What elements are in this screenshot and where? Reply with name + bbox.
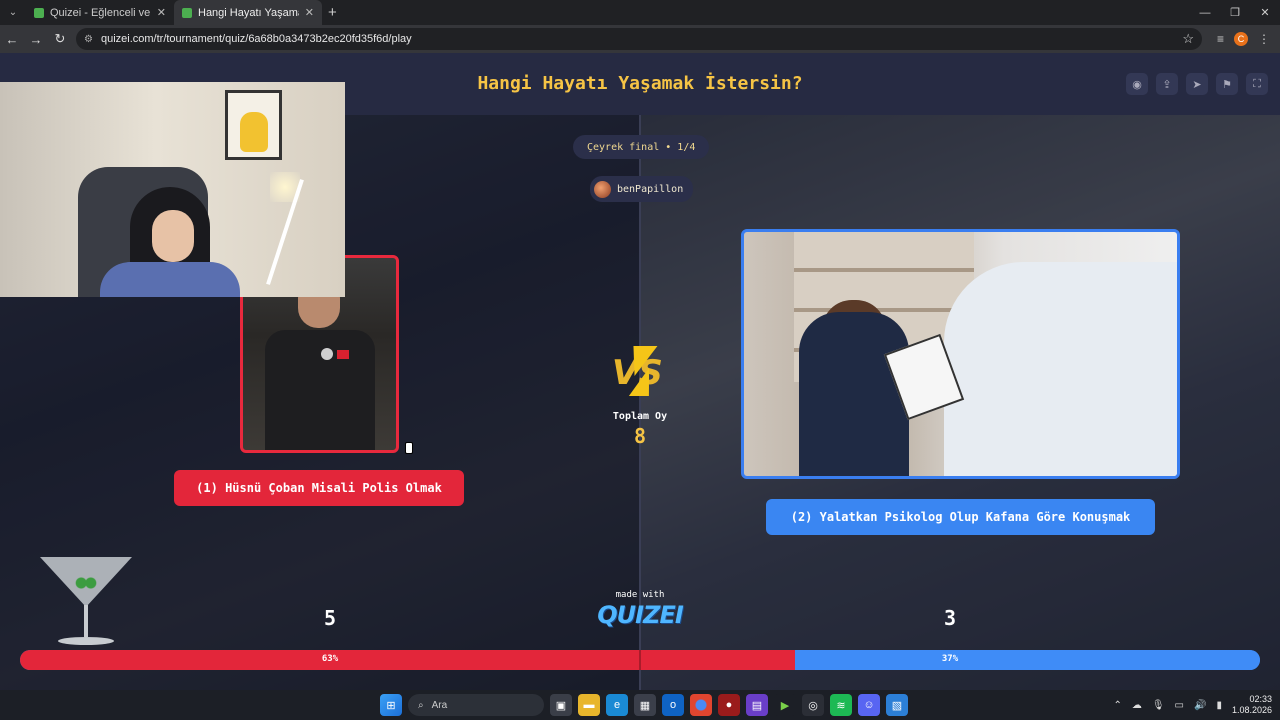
option-2-share-fill [795, 650, 1260, 670]
quizei-favicon-icon [182, 7, 192, 18]
option-1-vote-count: 5 [323, 606, 337, 630]
browser-tab-strip: ⌄ Quizei - Eğlenceli ve etkileşimli ✕ Ha… [0, 0, 1280, 25]
system-tray: ⌃ ☁ 🎙 ▭ 🔊 ▮ 02:33 1.08.2026 [1113, 690, 1272, 720]
flag-icon[interactable]: ⚑ [1216, 73, 1238, 95]
duck-icon [240, 112, 268, 152]
clock-date: 1.08.2026 [1231, 705, 1272, 715]
tab-quizei-home[interactable]: Quizei - Eğlenceli ve etkileşimli ✕ [26, 0, 174, 25]
clipchamp-icon[interactable]: ▤ [746, 694, 768, 716]
turkish-flag-icon [337, 350, 349, 359]
onedrive-icon[interactable]: ☁ [1132, 700, 1142, 711]
tab-title: Quizei - Eğlenceli ve etkileşimli [50, 6, 151, 19]
clock-time: 02:33 [1249, 694, 1272, 704]
option-2-image[interactable] [741, 229, 1180, 479]
search-icon: ⌕ [418, 699, 424, 711]
taskbar-apps: ⊞ ⌕ Ara ▣ ▬ e ▦ o ● ▤ ▶ ◎ ≋ ☺ ▧ [380, 690, 908, 720]
option-1-share-fill [20, 650, 795, 670]
avatar [594, 180, 611, 198]
minimize-icon[interactable]: — [1190, 0, 1220, 25]
taskbar: ⊞ ⌕ Ara ▣ ▬ e ▦ o ● ▤ ▶ ◎ ≋ ☺ ▧ ⌃ ☁ 🎙 ▭ … [0, 690, 1280, 720]
discord-icon[interactable]: ☺ [858, 694, 880, 716]
volume-icon[interactable]: 🔊 [1194, 700, 1206, 711]
header-toolbar: ◉ ⇪ ➤ ⚑ ⛶ [1126, 73, 1268, 95]
option-1-button[interactable]: (1) Hüsnü Çoban Misali Polis Olmak [174, 470, 464, 506]
new-tab-icon[interactable]: + [328, 4, 337, 21]
reading-list-icon[interactable]: ≡ [1217, 32, 1224, 46]
window-controls: — ❐ ✕ [1190, 0, 1280, 25]
total-votes-value: 8 [633, 424, 647, 448]
spotify-icon[interactable]: ≋ [830, 694, 852, 716]
address-bar[interactable]: ⚙ quizei.com/tr/tournament/quiz/6a68b0a3… [76, 28, 1202, 50]
file-explorer-icon[interactable]: ▬ [578, 694, 600, 716]
quiz-page: Hangi Hayatı Yaşamak İstersin? ◉ ⇪ ➤ ⚑ ⛶… [0, 53, 1280, 690]
edge-icon[interactable]: e [606, 694, 628, 716]
total-votes-label: Toplam Oy [612, 411, 668, 422]
photos-icon[interactable]: ▧ [886, 694, 908, 716]
mouse-cursor [405, 442, 413, 454]
url-text: quizei.com/tr/tournament/quiz/6a68b0a347… [100, 33, 412, 45]
option-2-vote-count: 3 [943, 606, 957, 630]
browser-menu-icon[interactable]: ⋮ [1258, 32, 1270, 46]
tab-search-icon[interactable]: ⌄ [0, 0, 26, 25]
site-info-icon[interactable]: ⚙ [84, 34, 93, 45]
start-icon[interactable]: ⊞ [380, 694, 402, 716]
bar-center-marker [639, 650, 641, 670]
close-tab-icon[interactable]: ✕ [157, 6, 166, 19]
close-window-icon[interactable]: ✕ [1250, 0, 1280, 25]
webcam-overlay [0, 82, 345, 297]
bookmark-star-icon[interactable]: ☆ [1182, 31, 1194, 47]
tab-quiz-play[interactable]: Hangi Hayatı Yaşamak İstersin? ✕ [174, 0, 322, 25]
round-badge: Çeyrek final • 1/4 [573, 135, 710, 159]
fullscreen-icon[interactable]: ⛶ [1246, 73, 1268, 95]
quizei-logo[interactable]: QUIZEI [596, 601, 684, 629]
share-icon[interactable]: ⇪ [1156, 73, 1178, 95]
eye-icon[interactable]: ◉ [1126, 73, 1148, 95]
send-icon[interactable]: ➤ [1186, 73, 1208, 95]
search-placeholder: Ara [431, 699, 448, 711]
police-badge-icon [321, 348, 333, 360]
network-icon[interactable]: ▭ [1175, 700, 1184, 711]
close-tab-icon[interactable]: ✕ [305, 6, 314, 19]
mic-icon[interactable]: 🎙 [1152, 700, 1165, 711]
reload-icon[interactable]: ↻ [48, 31, 72, 47]
obs-icon[interactable]: ◎ [802, 694, 824, 716]
chrome-icon[interactable] [690, 694, 712, 716]
option-1-percent: 63% [321, 654, 339, 664]
martini-glass-icon [40, 555, 132, 647]
option-2-button[interactable]: (2) Yalatkan Psikolog Olup Kafana Göre K… [766, 499, 1155, 535]
tray-chevron-icon[interactable]: ⌃ [1113, 700, 1121, 711]
profile-avatar[interactable]: C [1234, 32, 1248, 46]
tab-title: Hangi Hayatı Yaşamak İstersin? [198, 6, 299, 19]
option-2-percent: 37% [941, 654, 959, 664]
username: benPapillon [617, 183, 684, 195]
taskbar-clock[interactable]: 02:33 1.08.2026 [1232, 694, 1272, 716]
quizei-favicon-icon [34, 7, 44, 18]
store-icon[interactable]: ▦ [634, 694, 656, 716]
back-icon[interactable]: ← [0, 32, 24, 47]
forward-icon[interactable]: → [24, 32, 48, 47]
recorder-icon[interactable]: ● [718, 694, 740, 716]
taskbar-search[interactable]: ⌕ Ara [408, 694, 544, 716]
made-with-label: made with [615, 590, 665, 600]
olives-icon [74, 575, 98, 591]
battery-icon[interactable]: ▮ [1216, 700, 1222, 711]
outlook-icon[interactable]: o [662, 694, 684, 716]
task-view-icon[interactable]: ▣ [550, 694, 572, 716]
media-player-icon[interactable]: ▶ [774, 694, 796, 716]
extensions-area: ≡ C ⋮ [1217, 25, 1280, 53]
maximize-icon[interactable]: ❐ [1220, 0, 1250, 25]
user-badge: benPapillon [590, 176, 694, 202]
browser-toolbar: ← → ↻ ⚙ quizei.com/tr/tournament/quiz/6a… [0, 25, 1280, 53]
vote-share-bar: 63% 37% [20, 650, 1260, 670]
